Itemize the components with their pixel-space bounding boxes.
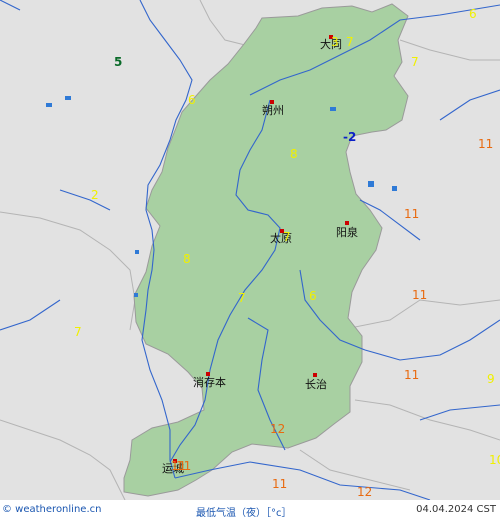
map-footer: © weatheronline.cn 最低气温（夜）［°c］ 04.04.202… (0, 500, 500, 520)
temperature-label: 11 (412, 288, 427, 302)
temperature-label: 7 (238, 291, 246, 305)
temperature-label: 11 (404, 207, 419, 221)
temperature-label: 9 (487, 372, 495, 386)
temperature-label: 11 (171, 459, 186, 473)
temperature-label: 10 (489, 453, 500, 467)
temperature-label: 6 (469, 7, 477, 21)
temperature-label: 2 (91, 188, 99, 202)
temperature-label: 8 (183, 252, 191, 266)
copyright-link[interactable]: © weatheronline.cn (2, 504, 101, 515)
temperature-label: 6 (188, 93, 196, 107)
forecast-date: 04.04.2024 CST (416, 504, 496, 515)
temperature-label: 11 (272, 477, 287, 491)
temperature-label: 12 (270, 422, 285, 436)
map-legend-title: 最低气温（夜）［°c］ (196, 508, 292, 519)
temperature-label: 7 (346, 35, 354, 49)
temperature-label: 12 (357, 485, 372, 499)
temperature-label: 11 (478, 137, 493, 151)
temperature-label: 7 (283, 230, 291, 244)
temperature-label: 5 (114, 55, 122, 69)
city-label-changzhi: 长治 (305, 377, 327, 391)
temperature-label: 8 (290, 147, 298, 161)
temperature-label: 3 (331, 35, 339, 49)
temperature-label: -2 (343, 130, 356, 144)
temperature-label: 7 (411, 55, 419, 69)
city-label-xiaoyi: 消存本 (193, 375, 226, 389)
temperature-label: 6 (309, 289, 317, 303)
city-marker-changzhi (313, 373, 317, 377)
temperature-label: 11 (404, 368, 419, 382)
city-label-yangquan: 阳泉 (336, 225, 358, 239)
weather-map: 大同朔州太原 阳泉消存本 长治运城 56738-2 11112787 6 11711 912… (0, 0, 500, 501)
city-marker-yangquan (345, 221, 349, 225)
city-label-shuozhou: 朔州 (262, 104, 284, 117)
temperature-label: 7 (74, 325, 82, 339)
